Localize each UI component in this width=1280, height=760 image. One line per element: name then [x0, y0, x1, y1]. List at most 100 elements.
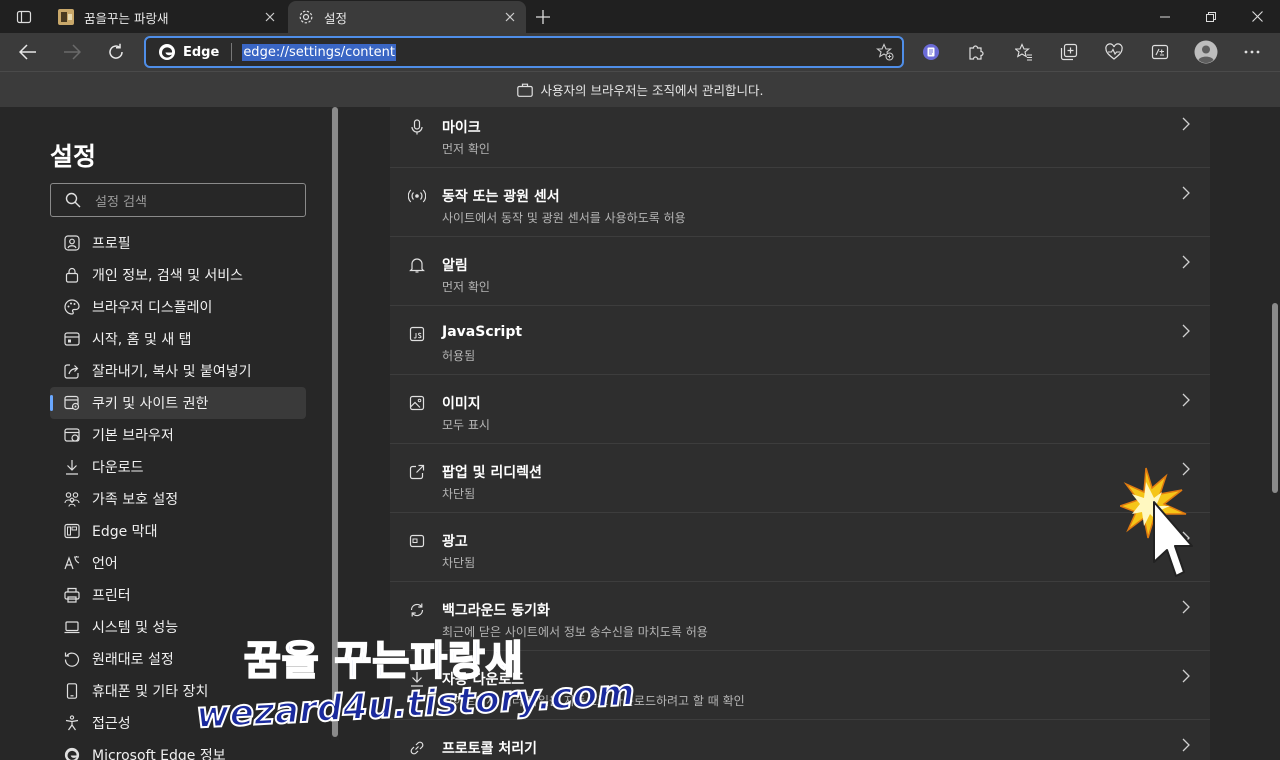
tab-actions-icon	[16, 10, 32, 24]
collections-extension-button[interactable]	[916, 37, 946, 67]
sidebar-item-downloads[interactable]: 다운로드	[50, 451, 306, 483]
edge-logo-icon	[63, 746, 81, 760]
browser-essentials-button[interactable]	[1099, 37, 1129, 67]
restore-button[interactable]	[1188, 0, 1234, 33]
row-title: 팝업 및 리디렉션	[442, 465, 542, 481]
page-title: 설정	[50, 142, 97, 171]
tab-blog[interactable]: 꿈을꾸는 파랑새	[48, 1, 286, 33]
extensions-button[interactable]	[961, 37, 991, 67]
tab-bar: 꿈을꾸는 파랑새 설정	[0, 0, 1280, 33]
permission-row-microphone[interactable]: 마이크 먼저 확인	[390, 107, 1210, 168]
sidebar-item-label: 개인 정보, 검색 및 서비스	[92, 268, 244, 284]
chevron-right-icon	[1182, 393, 1190, 407]
profile-icon	[63, 234, 81, 252]
forward-arrow-icon	[64, 44, 81, 60]
javascript-icon	[408, 325, 426, 343]
sensor-icon	[408, 187, 426, 205]
briefcase-icon	[516, 83, 533, 97]
content-scrollbar[interactable]	[1268, 107, 1280, 760]
sidebar-item-label: 다운로드	[92, 460, 144, 476]
permission-row-javascript[interactable]: JavaScript 허용됨	[390, 306, 1210, 375]
tab-actions-button[interactable]	[6, 4, 42, 30]
family-icon	[63, 490, 81, 508]
minimize-icon	[1160, 16, 1170, 17]
row-title: 마이크	[442, 120, 481, 136]
chevron-right-icon	[1182, 738, 1190, 752]
tab-settings[interactable]: 설정	[288, 1, 526, 33]
download-icon	[63, 458, 81, 476]
sidebar-item-privacy[interactable]: 개인 정보, 검색 및 서비스	[50, 259, 306, 291]
tab-title: 설정	[324, 10, 348, 26]
sidebar-item-label: 쿠키 및 사이트 권한	[92, 396, 209, 412]
extension-badge-icon	[923, 44, 939, 60]
managed-by-org-banner: 사용자의 브라우저는 조직에서 관리합니다.	[0, 71, 1280, 107]
row-status: 먼저 확인	[442, 142, 490, 156]
image-icon	[408, 394, 426, 412]
permission-row-motion-sensors[interactable]: 동작 또는 광원 센서 사이트에서 동작 및 광원 센서를 사용하도록 허용	[390, 168, 1210, 237]
chevron-right-icon	[1182, 255, 1190, 269]
row-status: 모두 표시	[442, 418, 490, 432]
forward-button[interactable]	[56, 36, 88, 68]
row-status: 차단됨	[442, 556, 476, 570]
printer-icon	[63, 586, 81, 604]
favorites-button[interactable]	[1009, 37, 1039, 67]
sidebar-item-label: 시작, 홈 및 새 탭	[92, 332, 192, 348]
row-title: 알림	[442, 258, 468, 274]
banner-text: 사용자의 브라우저는 조직에서 관리합니다.	[540, 83, 764, 98]
blog-favicon-icon	[58, 9, 74, 25]
url-text[interactable]: edge://settings/content	[242, 43, 396, 61]
math-solver-button[interactable]	[1145, 37, 1175, 67]
minimize-button[interactable]	[1142, 0, 1188, 33]
permission-row-notifications[interactable]: 알림 먼저 확인	[390, 237, 1210, 306]
content-scrollbar-thumb[interactable]	[1272, 303, 1278, 493]
sidebar-item-languages[interactable]: 언어	[50, 547, 306, 579]
edge-bar-icon	[63, 522, 81, 540]
microphone-icon	[408, 118, 426, 136]
toolbar: Edge edge://settings/content	[0, 33, 1280, 71]
phone-icon	[63, 682, 81, 700]
sidebar-item-default-browser[interactable]: 기본 브라우저	[50, 419, 306, 451]
sidebar-item-profile[interactable]: 프로필	[50, 227, 306, 259]
restore-icon	[1206, 11, 1216, 22]
language-icon	[63, 554, 81, 572]
sidebar-item-edge-bar[interactable]: Edge 막대	[50, 515, 306, 547]
puzzle-icon	[969, 45, 984, 60]
settings-search-input[interactable]: 설정 검색	[50, 183, 306, 217]
chevron-right-icon	[1182, 600, 1190, 614]
reset-icon	[63, 650, 81, 668]
row-status: 먼저 확인	[442, 280, 490, 294]
permission-row-ads[interactable]: 광고 차단됨	[390, 513, 1210, 582]
new-tab-button[interactable]	[530, 4, 556, 30]
plus-icon	[536, 10, 550, 24]
add-favorite-icon[interactable]	[876, 43, 894, 61]
close-tab-icon[interactable]	[498, 5, 522, 29]
heart-pulse-icon	[1105, 43, 1123, 60]
chevron-right-icon	[1182, 117, 1190, 131]
back-button[interactable]	[12, 36, 44, 68]
sidebar-item-about-edge[interactable]: Microsoft Edge 정보	[50, 739, 306, 760]
collections-button[interactable]	[1054, 37, 1084, 67]
row-title: 백그라운드 동기화	[442, 603, 550, 619]
sidebar-item-appearance[interactable]: 브라우저 디스플레이	[50, 291, 306, 323]
watermark-title: 꿈을 꾸는파랑새	[243, 637, 524, 685]
chevron-right-icon	[1182, 186, 1190, 200]
permission-row-images[interactable]: 이미지 모두 표시	[390, 375, 1210, 444]
close-tab-icon[interactable]	[258, 5, 282, 29]
sidebar-item-label: 프린터	[92, 588, 131, 604]
permission-row-popups[interactable]: 팝업 및 리디렉션 차단됨	[390, 444, 1210, 513]
address-separator	[231, 43, 233, 61]
sidebar-item-label: 프로필	[92, 236, 131, 252]
close-window-button[interactable]	[1234, 0, 1280, 33]
refresh-button[interactable]	[100, 36, 132, 68]
address-bar[interactable]: Edge edge://settings/content	[144, 36, 904, 68]
sidebar-item-start-home[interactable]: 시작, 홈 및 새 탭	[50, 323, 306, 355]
more-options-button[interactable]	[1237, 37, 1267, 67]
profile-button[interactable]	[1191, 37, 1221, 67]
sidebar-item-site-permissions[interactable]: 쿠키 및 사이트 권한	[50, 387, 306, 419]
sidebar-item-printers[interactable]: 프린터	[50, 579, 306, 611]
sidebar-item-family[interactable]: 가족 보호 설정	[50, 483, 306, 515]
row-status: 사이트에서 동작 및 광원 센서를 사용하도록 허용	[442, 211, 686, 225]
collections-icon	[1060, 43, 1078, 61]
sidebar-item-share-copy-paste[interactable]: 잘라내기, 복사 및 붙여넣기	[50, 355, 306, 387]
permission-row-protocol-handlers[interactable]: 프로토콜 처리기	[390, 720, 1210, 760]
